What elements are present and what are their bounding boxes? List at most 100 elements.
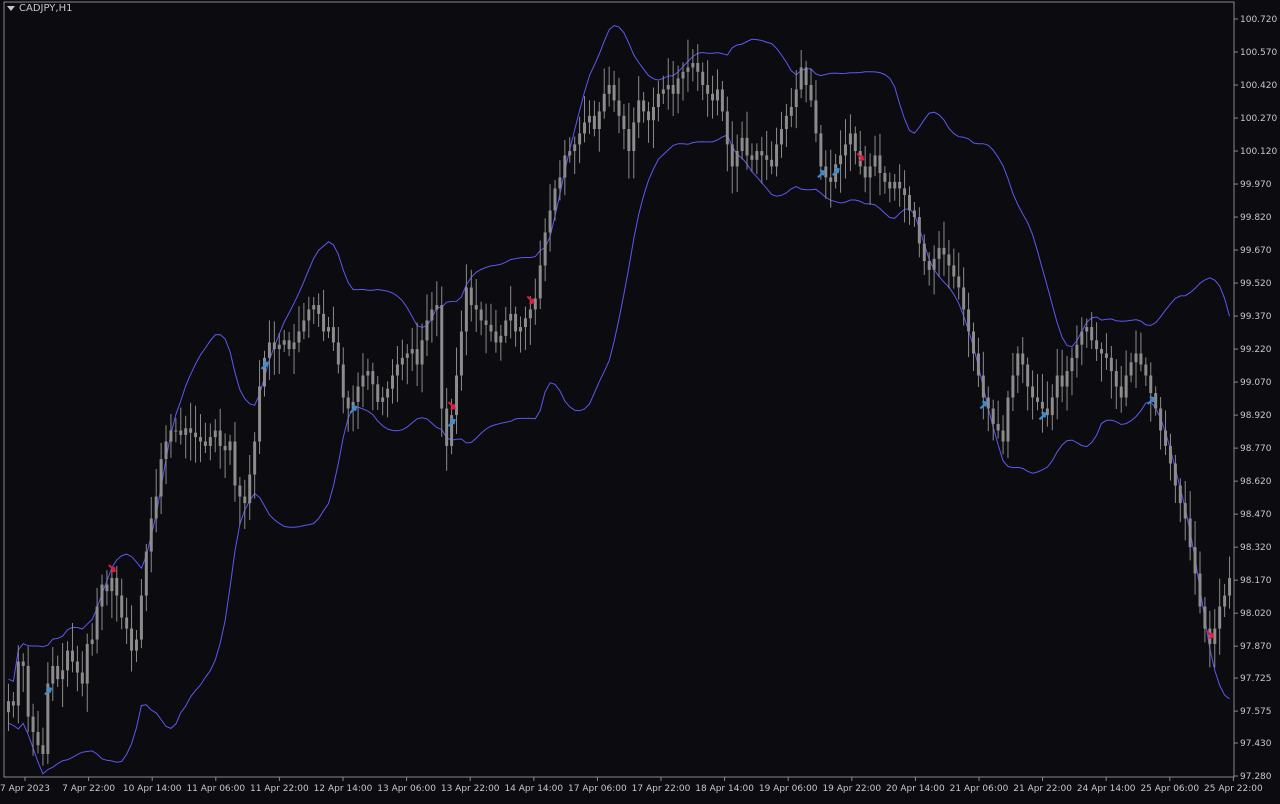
candle-body [1114,371,1118,387]
x-tick-label: 7 Apr 22:00 [62,784,115,794]
y-tick-label: 98.620 [1240,477,1272,487]
candle-body [947,254,951,266]
y-tick-label: 100.720 [1240,15,1277,25]
candle-body [154,496,158,519]
candle-body [410,349,414,354]
candle-body [11,701,15,706]
candle-body [228,441,232,451]
candle-body [425,320,429,341]
candle-body [627,129,631,152]
candle-body [903,188,907,196]
candle-body [31,716,35,732]
candle-body [21,661,25,666]
candle-body [1173,463,1177,486]
candle-body [41,745,45,754]
candle-body [336,342,340,365]
candle-body [750,155,754,160]
candle-body [395,364,399,376]
symbol-text: CADJPY,H1 [19,3,73,14]
candle-body [1075,344,1079,358]
candle-body [282,340,286,345]
candle-body [799,67,803,90]
y-tick-label: 100.570 [1240,48,1277,58]
candle-body [843,144,847,156]
candle-body [105,584,109,592]
candle-body [878,155,882,174]
candle-body [1100,349,1104,354]
candle-body [474,305,478,310]
chart-canvas[interactable]: 100.720 100.570 100.420 100.270 100.120 99.97… [0,0,1280,800]
candle-body [873,155,877,167]
candle-body [1040,401,1044,409]
candle-body [1006,397,1010,442]
candle-body [253,441,257,475]
candle-body [115,577,119,596]
candle-body [661,89,665,94]
candle-body [189,428,193,433]
candle-body [868,166,872,178]
candle-body [292,342,296,350]
candle-body [740,137,744,152]
candle-body [1154,393,1158,409]
y-tick-label: 99.670 [1240,246,1272,256]
candle-body [164,441,168,460]
x-tick-label: 7 Apr 2023 [0,784,50,794]
candle-body [1090,327,1094,341]
candle-body [957,276,961,288]
candle-body [70,650,74,662]
symbol-label[interactable]: CADJPY,H1 [7,3,72,14]
x-tick-label: 12 Apr 14:00 [314,784,373,794]
candle-body [381,397,385,402]
candle-body [917,217,921,244]
candle-body [706,85,710,94]
candle-body [558,177,562,189]
candle-body [134,639,138,651]
candle-body [479,309,483,321]
candle-body [386,388,390,398]
candle-body [238,485,242,497]
candle-body [1124,375,1128,398]
candle-body [720,89,724,112]
candle-body [1055,375,1059,398]
x-tick-label: 11 Apr 06:00 [186,784,245,794]
collapse-triangle-icon[interactable] [7,5,15,11]
x-tick-label: 13 Apr 22:00 [441,784,500,794]
candle-body [952,265,956,277]
candle-body [1218,606,1222,629]
y-tick-label: 99.220 [1240,345,1272,355]
price-chart[interactable]: 100.720 100.570 100.420 100.270 100.120 99.97… [0,0,1280,800]
candle-body [745,137,749,156]
candle-body [312,305,316,310]
candle-body [632,122,636,152]
candle-body [681,71,685,79]
candle-body [853,133,857,152]
candle-body [1134,353,1138,363]
candle-body [937,247,941,259]
x-tick-label: 19 Apr 22:00 [822,784,881,794]
candle-body [912,210,916,218]
candle-body [1016,353,1020,376]
candle-body [258,386,262,442]
candle-body [198,437,202,442]
candle-body [440,305,444,409]
candle-body [1168,445,1172,464]
candle-body [1203,606,1207,629]
candle-body [607,85,611,94]
candle-body [499,335,503,343]
candle-body [907,195,911,211]
x-tick-label: 19 Apr 06:00 [759,784,818,794]
candle-body [927,261,931,270]
candle-body [755,151,759,160]
candle-body [1178,485,1182,504]
candle-body [543,232,547,266]
candle-body [760,151,764,156]
candle-body [243,496,247,504]
candle-body [322,313,326,332]
x-tick-label: 17 Apr 22:00 [632,784,691,794]
candle-body [346,397,350,409]
candle-body [794,89,798,108]
candle-body [686,67,690,72]
x-tick-label: 18 Apr 14:00 [695,784,754,794]
candle-body [203,441,207,446]
candle-body [656,93,660,108]
